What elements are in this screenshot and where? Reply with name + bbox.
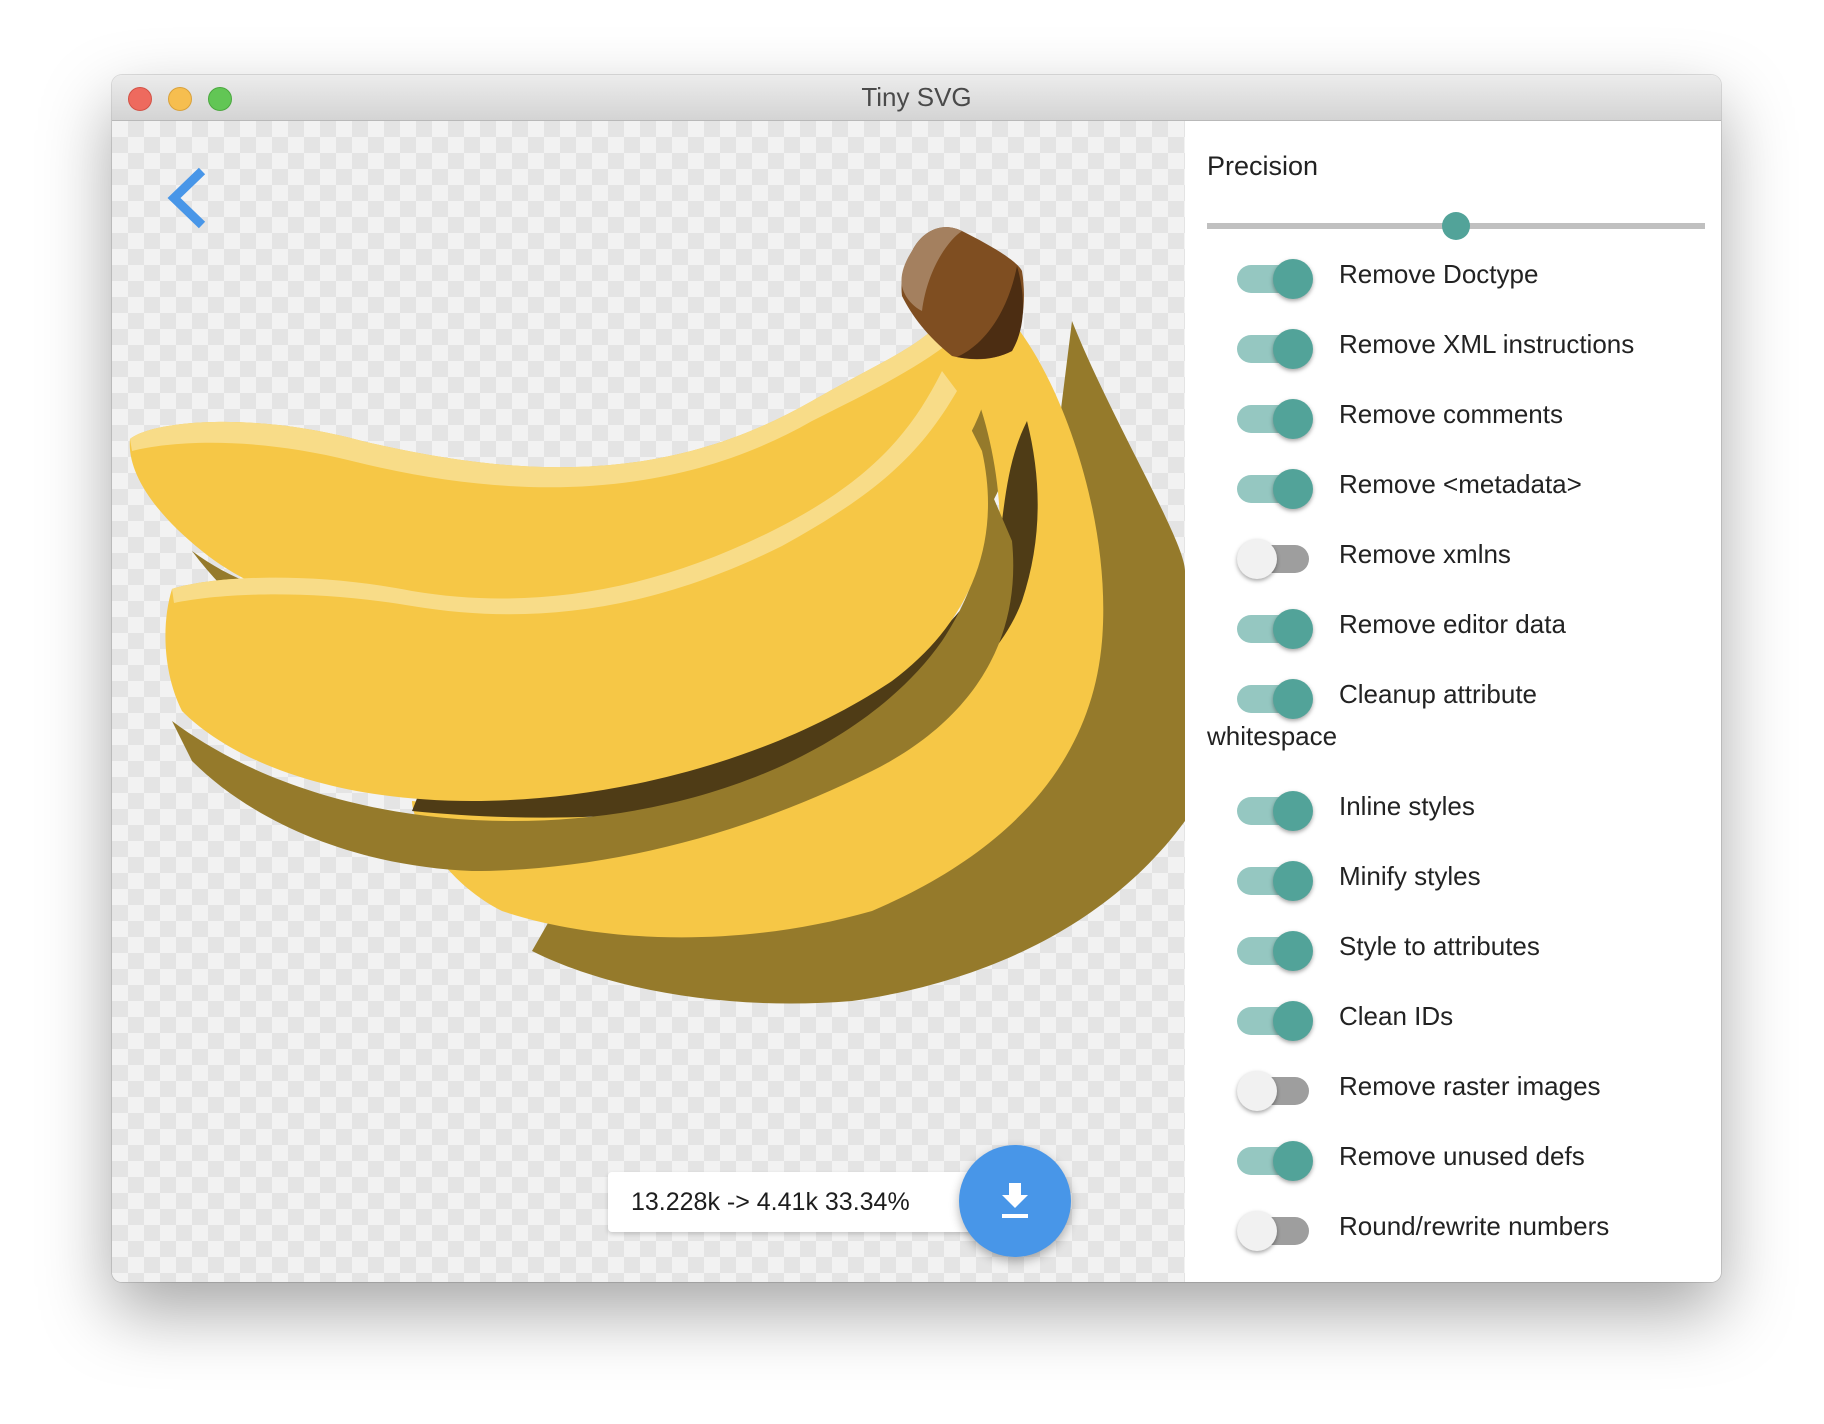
options-list: Remove Doctype Remove XML instructions R… xyxy=(1185,241,1721,1263)
toggle-switch[interactable] xyxy=(1237,467,1313,509)
option-label: Remove XML instructions xyxy=(1339,329,1635,359)
option-label: Remove comments xyxy=(1339,399,1563,429)
option-remove-metadata[interactable]: Remove <metadata> xyxy=(1185,451,1721,521)
precision-label: Precision xyxy=(1207,151,1319,181)
toggle-knob xyxy=(1273,1141,1313,1181)
window-title: Tiny SVG xyxy=(861,82,972,112)
toggle-switch[interactable] xyxy=(1237,327,1313,369)
toggle-switch[interactable] xyxy=(1237,929,1313,971)
option-label: Round/rewrite numbers xyxy=(1339,1211,1610,1241)
option-label: Remove <metadata> xyxy=(1339,469,1582,499)
option-inline-styles[interactable]: Inline styles xyxy=(1185,773,1721,843)
svg-preview-canvas: 13.228k -> 4.41k 33.34% xyxy=(112,121,1185,1282)
toggle-switch[interactable] xyxy=(1237,397,1313,439)
option-minify-styles[interactable]: Minify styles xyxy=(1185,843,1721,913)
toggle-knob xyxy=(1273,791,1313,831)
toggle-knob xyxy=(1273,399,1313,439)
app-window: Tiny SVG 13.228k -> 4.41k 33.34% Precisi… xyxy=(112,75,1721,1282)
option-label: Remove raster images xyxy=(1339,1071,1601,1101)
option-remove-xmlns[interactable]: Remove xmlns xyxy=(1185,521,1721,591)
option-label: Remove unused defs xyxy=(1339,1141,1585,1171)
option-remove-xml-instructions[interactable]: Remove XML instructions xyxy=(1185,311,1721,381)
download-button[interactable] xyxy=(959,1145,1071,1257)
option-clean-ids[interactable]: Clean IDs xyxy=(1185,983,1721,1053)
option-remove-doctype[interactable]: Remove Doctype xyxy=(1185,241,1721,311)
toggle-knob xyxy=(1273,609,1313,649)
toggle-knob xyxy=(1237,1211,1277,1251)
toggle-knob xyxy=(1273,931,1313,971)
toggle-switch[interactable] xyxy=(1237,537,1309,579)
toggle-switch[interactable] xyxy=(1237,1139,1313,1181)
download-icon xyxy=(1002,1183,1028,1218)
toggle-switch[interactable] xyxy=(1237,789,1313,831)
toggle-knob xyxy=(1273,469,1313,509)
toggle-knob xyxy=(1273,861,1313,901)
toggle-switch[interactable] xyxy=(1237,1069,1309,1111)
compression-stats: 13.228k -> 4.41k 33.34% xyxy=(608,1172,988,1232)
option-remove-comments[interactable]: Remove comments xyxy=(1185,381,1721,451)
option-label: Remove xmlns xyxy=(1339,539,1511,569)
toggle-knob xyxy=(1237,1071,1277,1111)
precision-slider-thumb[interactable] xyxy=(1442,212,1470,240)
option-label: Remove editor data xyxy=(1339,609,1566,639)
toggle-switch[interactable] xyxy=(1237,859,1313,901)
option-style-to-attributes[interactable]: Style to attributes xyxy=(1185,913,1721,983)
back-button[interactable] xyxy=(164,165,214,231)
toggle-switch[interactable] xyxy=(1237,677,1313,719)
option-label: Remove Doctype xyxy=(1339,259,1539,289)
toggle-knob xyxy=(1237,539,1277,579)
settings-panel: Precision Remove Doctype Remove XML inst… xyxy=(1185,121,1721,1282)
option-round-rewrite-numbers[interactable]: Round/rewrite numbers xyxy=(1185,1193,1721,1263)
toggle-knob xyxy=(1273,679,1313,719)
toggle-switch[interactable] xyxy=(1237,257,1313,299)
option-label: Cleanup attribute xyxy=(1339,679,1538,709)
option-remove-raster-images[interactable]: Remove raster images xyxy=(1185,1053,1721,1123)
option-label: Clean IDs xyxy=(1339,1001,1454,1031)
option-remove-unused-defs[interactable]: Remove unused defs xyxy=(1185,1123,1721,1193)
toggle-knob xyxy=(1273,1001,1313,1041)
toggle-switch[interactable] xyxy=(1237,607,1313,649)
precision-slider[interactable] xyxy=(1207,211,1705,241)
chevron-left-icon xyxy=(167,167,206,229)
option-label: Inline styles xyxy=(1339,791,1475,821)
toggle-knob xyxy=(1273,259,1313,299)
toggle-knob xyxy=(1273,329,1313,369)
banana-image xyxy=(129,227,1185,1004)
option-label: Style to attributes xyxy=(1339,931,1540,961)
toggle-switch[interactable] xyxy=(1237,999,1313,1041)
option-label: Minify styles xyxy=(1339,861,1481,891)
option-cleanup-attribute-whitespace[interactable]: Cleanup attribute whitespace xyxy=(1185,661,1721,773)
option-label-continued: whitespace xyxy=(1207,721,1338,751)
option-remove-editor-data[interactable]: Remove editor data xyxy=(1185,591,1721,661)
toggle-switch[interactable] xyxy=(1237,1209,1309,1251)
title-bar: Tiny SVG xyxy=(112,75,1721,121)
